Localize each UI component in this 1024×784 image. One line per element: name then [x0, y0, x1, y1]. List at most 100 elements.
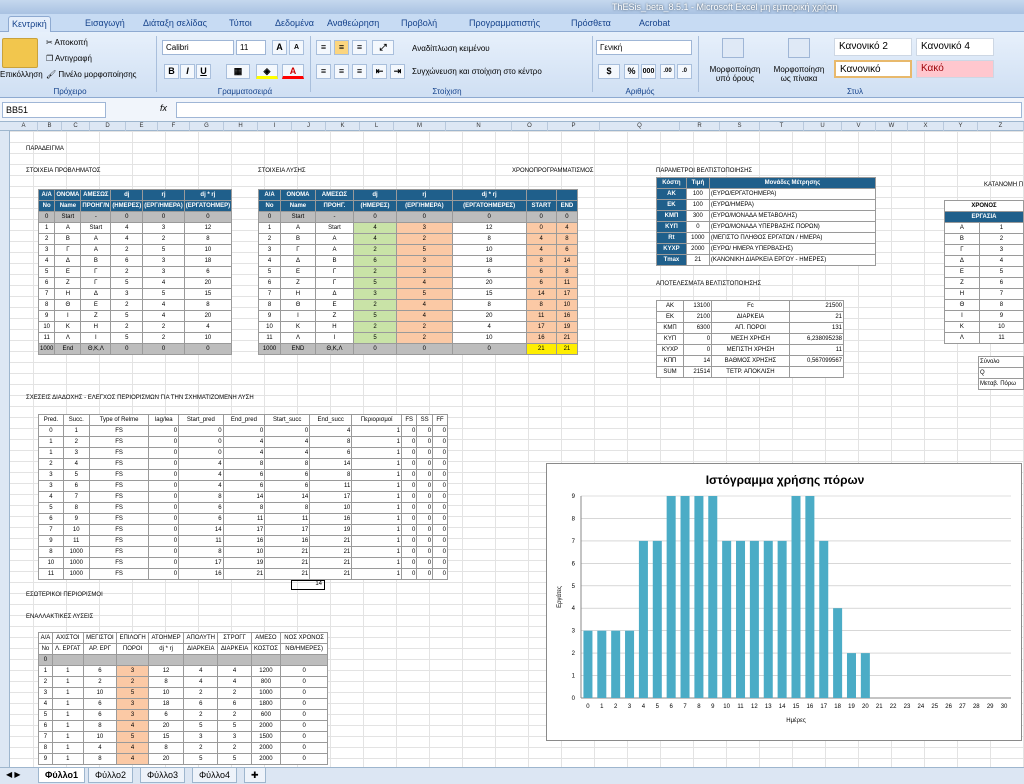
table-cell[interactable]: 6 [451, 266, 527, 278]
increase-decimal-icon[interactable]: .00 [660, 64, 675, 79]
table-cell[interactable]: ΚΥΧΡ [656, 243, 687, 255]
table-cell[interactable]: 5 [395, 244, 453, 256]
column-header[interactable]: Z [978, 122, 1024, 131]
thousands-icon[interactable]: 000 [641, 64, 656, 79]
table-cell[interactable]: 10 [451, 244, 527, 256]
table-cell[interactable] [280, 654, 328, 666]
table-cell[interactable]: SUM [655, 366, 685, 378]
table-cell[interactable]: Ε [314, 299, 355, 311]
table-cell[interactable]: 1 [351, 469, 402, 481]
table-cell[interactable]: 800 [250, 676, 282, 688]
table-cell[interactable]: Δ [944, 255, 980, 267]
table-cell[interactable]: 3 [142, 266, 185, 278]
table-cell[interactable]: 6 [82, 698, 118, 710]
column-header[interactable]: B [38, 122, 62, 131]
table-cell[interactable]: 3 [395, 266, 453, 278]
table-cell[interactable]: 1 [51, 687, 84, 699]
table-cell[interactable] [250, 654, 282, 666]
table-cell[interactable]: Η [944, 288, 980, 300]
table-cell[interactable]: 2 [116, 676, 150, 688]
table-cell[interactable]: Κ [54, 321, 82, 333]
percent-icon[interactable]: % [624, 64, 639, 79]
table-cell[interactable]: Θ,Κ,Λ [80, 343, 112, 355]
table-cell[interactable]: 0 [432, 469, 448, 481]
table-cell[interactable]: 21 [525, 343, 557, 355]
table-cell[interactable]: 4 [183, 676, 219, 688]
table-cell[interactable]: 10 [451, 332, 527, 344]
table-cell[interactable]: 0 [280, 731, 328, 743]
table-cell[interactable]: 19 [222, 557, 266, 569]
table-cell[interactable]: 0 [400, 447, 418, 459]
table-cell[interactable]: 19 [555, 321, 579, 333]
table-cell[interactable]: 17 [264, 524, 311, 536]
table-cell[interactable]: FS [88, 436, 150, 448]
table-cell[interactable]: Θ [279, 299, 316, 311]
table-cell[interactable]: 10 [148, 687, 185, 699]
table-cell[interactable]: 1 [51, 720, 84, 732]
table-cell[interactable]: 0 [222, 425, 266, 437]
table-cell[interactable]: 0 [400, 535, 418, 547]
table-cell[interactable]: 0 [148, 557, 180, 569]
table-cell[interactable]: Ε [54, 266, 82, 278]
resource-histogram-chart[interactable]: Ιστόγραμμα χρήσης πόρων 0 1 2 3 4 5 6 7 8 9 0 1 2 3 4 5 6… [546, 463, 1022, 741]
table-cell[interactable]: 0 [148, 502, 180, 514]
table-cell[interactable]: 5 [978, 266, 1024, 278]
table-cell[interactable]: 10 [978, 321, 1024, 333]
table-cell[interactable]: 0 [432, 524, 448, 536]
table-cell[interactable]: 4 [555, 222, 579, 234]
table-cell[interactable]: 0 [416, 568, 434, 580]
table-cell[interactable]: 4 [142, 310, 185, 322]
table-cell[interactable]: 12 [451, 222, 527, 234]
table-cell[interactable]: 2 [142, 321, 185, 333]
table-cell[interactable]: 0 [280, 687, 328, 699]
table-cell[interactable]: 5 [38, 502, 64, 514]
table-cell[interactable] [82, 654, 118, 666]
table-cell[interactable]: 4 [110, 222, 144, 234]
table-cell[interactable]: 0 [142, 343, 185, 355]
table-cell[interactable]: (ΕΥΡΩ/ΗΜΕΡΑ) [708, 199, 877, 211]
table-cell[interactable]: 2 [353, 266, 397, 278]
table-cell[interactable]: 5 [110, 332, 144, 344]
table-cell[interactable]: Ι [279, 310, 316, 322]
table-cell[interactable]: 0 [148, 425, 180, 437]
table-cell[interactable]: 3 [110, 288, 144, 300]
table-cell[interactable]: Β [279, 233, 316, 245]
table-cell[interactable]: 6 [353, 255, 397, 267]
table-cell[interactable]: 4 [217, 665, 252, 677]
table-cell[interactable]: 0 [400, 524, 418, 536]
table-cell[interactable]: 10 [258, 321, 281, 333]
table-cell[interactable]: 2 [110, 299, 144, 311]
table-cell[interactable]: 5 [183, 720, 219, 732]
table-cell[interactable]: 5 [62, 469, 90, 481]
column-header[interactable]: F [158, 122, 190, 131]
table-cell[interactable]: 0 [432, 447, 448, 459]
table-cell[interactable]: 0 [416, 425, 434, 437]
table-cell[interactable]: 8 [451, 233, 527, 245]
table-cell[interactable]: 0 [280, 709, 328, 721]
table-cell[interactable]: 2 [183, 709, 219, 721]
table-cell[interactable]: 18 [451, 255, 527, 267]
table-cell[interactable]: 131 [788, 322, 845, 334]
table-cell[interactable]: 8 [183, 233, 233, 245]
table-cell[interactable]: 21 [788, 311, 845, 323]
table-cell[interactable]: 0 [280, 720, 328, 732]
column-header[interactable]: R [680, 122, 720, 131]
table-cell[interactable]: ΤΕΤΡ. ΑΠΟΚΛΙΣΗ [711, 366, 790, 378]
table-cell[interactable]: 0 [416, 480, 434, 492]
table-cell[interactable]: 0 [432, 458, 448, 470]
table-cell[interactable]: 21 [222, 568, 266, 580]
table-cell[interactable]: Σύνολο [978, 356, 1024, 368]
column-header[interactable]: H [224, 122, 258, 131]
table-cell[interactable]: 0 [416, 557, 434, 569]
table-cell[interactable]: 0 [148, 546, 180, 558]
column-header[interactable]: G [190, 122, 224, 131]
table-cell[interactable] [116, 654, 150, 666]
table-cell[interactable]: 1 [51, 698, 84, 710]
table-cell[interactable]: 14 [222, 491, 266, 503]
table-cell[interactable]: 10 [183, 332, 233, 344]
table-cell[interactable]: End [54, 343, 82, 355]
table-cell[interactable]: 1 [351, 447, 402, 459]
table-cell[interactable]: Ι [314, 332, 355, 344]
wrap-text-button[interactable]: Αναδίπλωση κειμένου [412, 44, 490, 53]
table-cell[interactable]: 0 [142, 211, 185, 223]
